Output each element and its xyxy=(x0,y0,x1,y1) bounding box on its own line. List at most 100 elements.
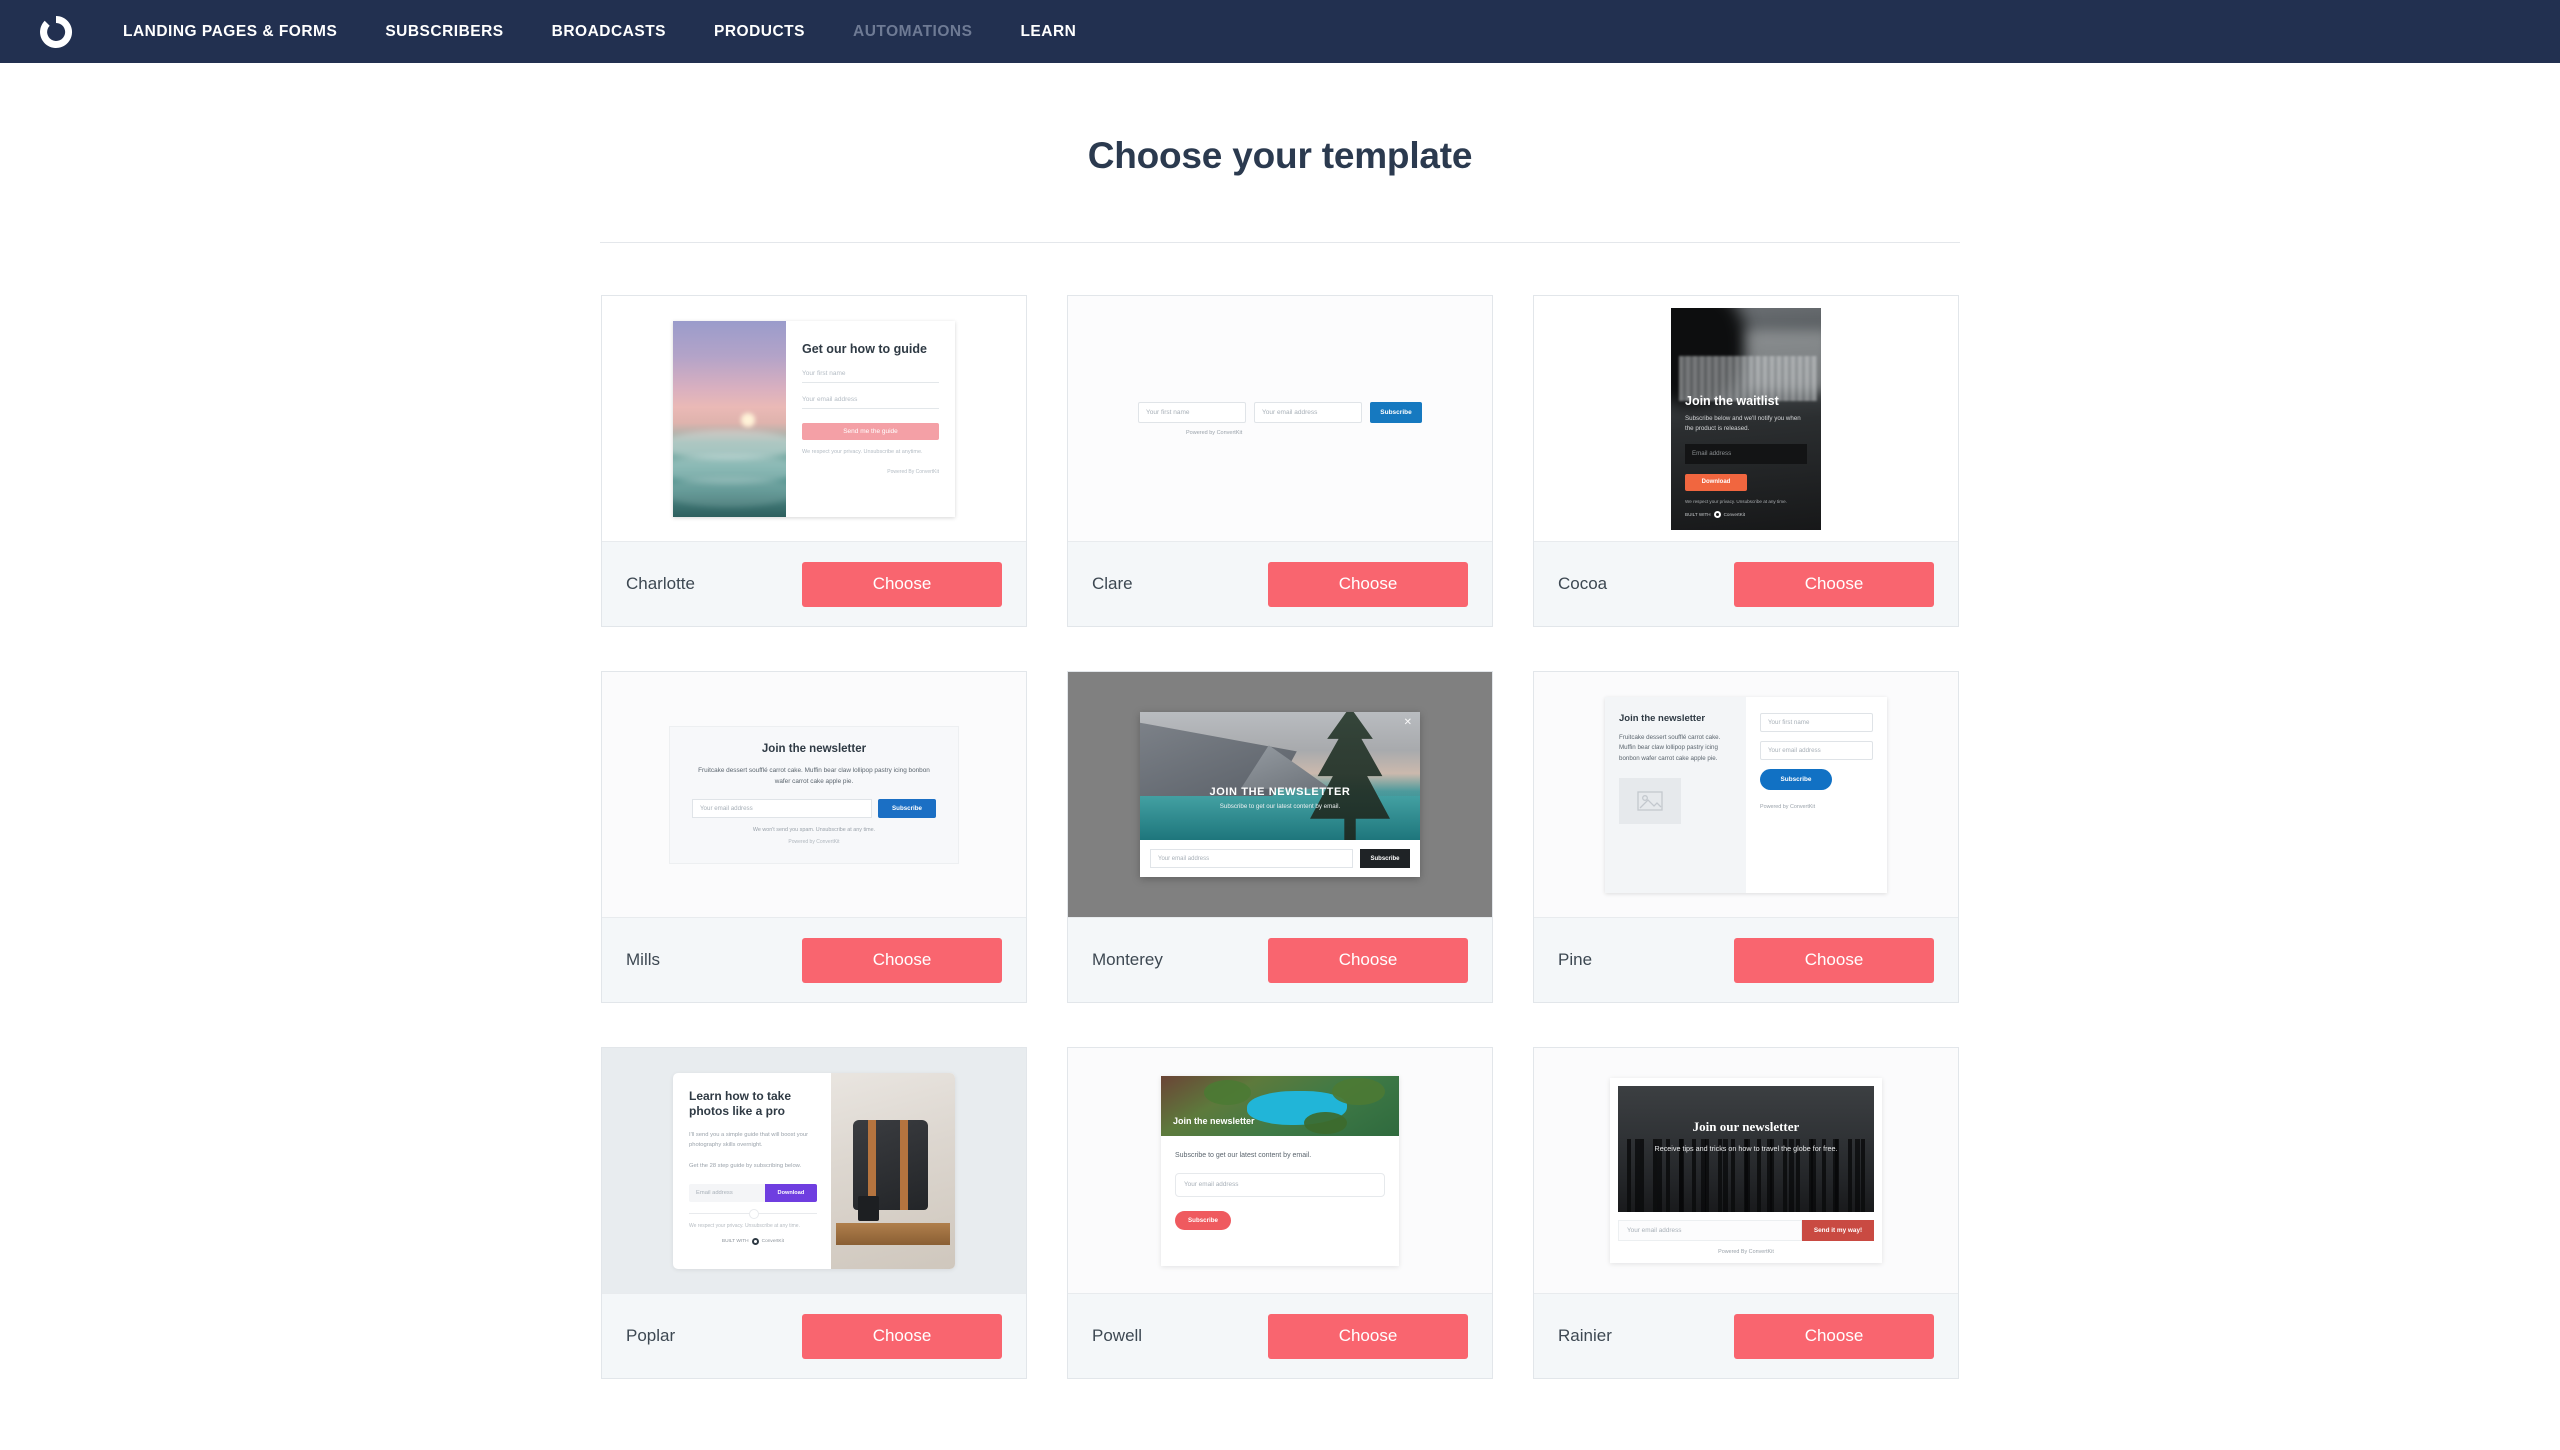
choose-button-mills[interactable]: Choose xyxy=(802,937,1002,983)
template-card-cocoa[interactable]: Join the waitlist Subscribe below and we… xyxy=(1533,295,1959,627)
pine-body: Fruitcake dessert soufflé carrot cake. M… xyxy=(1619,733,1721,763)
close-icon[interactable]: ✕ xyxy=(1404,717,1412,728)
choose-button-powell[interactable]: Choose xyxy=(1268,1313,1468,1359)
monterey-heading: JOIN THE NEWSLETTER xyxy=(1209,786,1351,799)
convertkit-logo-icon[interactable] xyxy=(36,12,76,52)
pine-powered-by: Powered by ConvertKit xyxy=(1760,803,1816,810)
nav-link-subscribers[interactable]: SUBSCRIBERS xyxy=(385,23,503,41)
template-grid: Get our how to guide Your first name You… xyxy=(600,295,1960,1379)
monterey-subtext: Subscribe to get our latest content by e… xyxy=(1219,803,1341,811)
mills-body: Fruitcake dessert soufflé carrot cake. M… xyxy=(698,766,930,785)
pine-subscribe-button[interactable]: Subscribe xyxy=(1760,768,1832,790)
choose-button-poplar[interactable]: Choose xyxy=(802,1313,1002,1359)
cocoa-powered-by: BUILT WITH ConvertKit xyxy=(1685,510,1807,518)
mills-email-input[interactable]: Your email address xyxy=(692,798,872,818)
cocoa-powered-brand: ConvertKit xyxy=(1723,511,1746,517)
nav-link-broadcasts[interactable]: BROADCASTS xyxy=(552,23,666,41)
template-preview-rainier: Join our newsletter Receive tips and tri… xyxy=(1534,1048,1958,1293)
template-name-mills: Mills xyxy=(626,950,660,969)
rainier-submit-button[interactable]: Send it my way! xyxy=(1802,1220,1874,1241)
clare-first-name-input[interactable]: Your first name xyxy=(1138,401,1246,423)
choose-button-charlotte[interactable]: Choose xyxy=(802,561,1002,607)
pine-email-input[interactable]: Your email address xyxy=(1760,740,1873,760)
poplar-powered-by: BUILT WITH ConvertKit xyxy=(689,1237,817,1245)
template-card-mills[interactable]: Join the newsletter Fruitcake dessert so… xyxy=(601,671,1027,1003)
pine-first-name-input[interactable]: Your first name xyxy=(1760,712,1873,732)
template-preview-clare: Your first name Your email address Subsc… xyxy=(1068,296,1492,541)
template-card-rainier[interactable]: Join our newsletter Receive tips and tri… xyxy=(1533,1047,1959,1379)
charlotte-privacy-note: We respect your privacy. Unsubscribe at … xyxy=(802,449,923,456)
template-preview-powell: Join the newsletter Subscribe to get our… xyxy=(1068,1048,1492,1293)
rainier-email-input[interactable]: Your email address xyxy=(1618,1220,1802,1241)
monterey-subscribe-button[interactable]: Subscribe xyxy=(1360,849,1410,868)
poplar-powered-brand: ConvertKit xyxy=(761,1238,785,1244)
monterey-email-input[interactable]: Your email address xyxy=(1150,849,1353,868)
template-preview-monterey: ✕ JOIN THE NEWSLETTER Subscribe to get o… xyxy=(1068,672,1492,917)
nav-link-products[interactable]: PRODUCTS xyxy=(714,23,805,41)
cocoa-subtext: Subscribe below and we'll notify you whe… xyxy=(1685,414,1801,432)
rainier-subtext: Receive tips and tricks on how to travel… xyxy=(1654,1143,1838,1153)
nav-link-learn[interactable]: LEARN xyxy=(1020,23,1076,41)
template-footer-monterey: Monterey Choose xyxy=(1068,917,1492,1002)
template-name-pine: Pine xyxy=(1558,950,1593,969)
image-placeholder-icon xyxy=(1619,778,1681,825)
template-footer-cocoa: Cocoa Choose xyxy=(1534,541,1958,626)
top-navigation-bar: LANDING PAGES & FORMS SUBSCRIBERS BROADC… xyxy=(0,0,2560,63)
cocoa-download-button[interactable]: Download xyxy=(1685,473,1747,491)
rainier-hero-image: Join our newsletter Receive tips and tri… xyxy=(1618,1086,1874,1212)
template-preview-mills: Join the newsletter Fruitcake dessert so… xyxy=(602,672,1026,917)
choose-button-pine[interactable]: Choose xyxy=(1734,937,1934,983)
page-title: Choose your template xyxy=(1087,135,1473,176)
page-content: Choose your template Get our how to guid… xyxy=(0,63,2560,1379)
powell-email-input[interactable]: Your email address xyxy=(1175,1172,1385,1197)
nav-links: LANDING PAGES & FORMS SUBSCRIBERS BROADC… xyxy=(123,23,1124,41)
clare-email-input[interactable]: Your email address xyxy=(1254,401,1362,423)
template-name-cocoa: Cocoa xyxy=(1558,574,1608,593)
clare-powered-by: Powered by ConvertKit xyxy=(1186,429,1243,436)
mills-powered-by: Powered by ConvertKit xyxy=(788,838,840,845)
convertkit-logo-icon xyxy=(1713,510,1721,518)
charlotte-first-name-input[interactable]: Your first name xyxy=(802,370,939,384)
rainier-heading: Join our newsletter xyxy=(1692,1118,1800,1134)
monterey-hero-image: ✕ JOIN THE NEWSLETTER Subscribe to get o… xyxy=(1140,712,1420,840)
choose-button-monterey[interactable]: Choose xyxy=(1268,937,1468,983)
header-divider xyxy=(600,242,1960,243)
template-card-poplar[interactable]: Learn how to take photos like a pro I'll… xyxy=(601,1047,1027,1379)
template-name-rainier: Rainier xyxy=(1558,1326,1612,1345)
cocoa-heading: Join the waitlist xyxy=(1685,393,1779,408)
poplar-heading: Learn how to take photos like a pro xyxy=(689,1088,792,1119)
poplar-body-2: Get the 28 step guide by subscribing bel… xyxy=(689,1162,802,1169)
cocoa-email-input[interactable]: Email address xyxy=(1685,443,1807,464)
template-footer-clare: Clare Choose xyxy=(1068,541,1492,626)
template-card-monterey[interactable]: ✕ JOIN THE NEWSLETTER Subscribe to get o… xyxy=(1067,671,1493,1003)
template-footer-powell: Powell Choose xyxy=(1068,1293,1492,1378)
template-name-clare: Clare xyxy=(1092,574,1133,593)
charlotte-submit-button[interactable]: Send me the guide xyxy=(802,423,939,441)
template-preview-cocoa: Join the waitlist Subscribe below and we… xyxy=(1534,296,1958,541)
template-card-charlotte[interactable]: Get our how to guide Your first name You… xyxy=(601,295,1027,627)
choose-button-clare[interactable]: Choose xyxy=(1268,561,1468,607)
nav-link-landing-pages[interactable]: LANDING PAGES & FORMS xyxy=(123,23,337,41)
template-preview-pine: Join the newsletter Fruitcake dessert so… xyxy=(1534,672,1958,917)
poplar-privacy-note: We respect your privacy. Unsubscribe at … xyxy=(689,1222,800,1229)
template-card-pine[interactable]: Join the newsletter Fruitcake dessert so… xyxy=(1533,671,1959,1003)
mills-subscribe-button[interactable]: Subscribe xyxy=(878,798,936,818)
poplar-body-1: I'll send you a simple guide that will b… xyxy=(689,1131,809,1149)
template-footer-pine: Pine Choose xyxy=(1534,917,1958,1002)
charlotte-email-input[interactable]: Your email address xyxy=(802,396,939,410)
pine-heading: Join the newsletter xyxy=(1619,712,1706,724)
powell-subscribe-button[interactable]: Subscribe xyxy=(1175,1210,1231,1230)
nav-link-automations[interactable]: AUTOMATIONS xyxy=(853,23,972,41)
charlotte-powered-by: Powered By ConvertKit xyxy=(887,468,939,475)
template-name-charlotte: Charlotte xyxy=(626,574,695,593)
poplar-email-input[interactable]: Email address xyxy=(689,1183,765,1202)
clare-subscribe-button[interactable]: Subscribe xyxy=(1370,401,1422,423)
charlotte-heading: Get our how to guide xyxy=(802,341,927,356)
poplar-hero-image xyxy=(830,1072,955,1269)
poplar-download-button[interactable]: Download xyxy=(764,1183,817,1202)
template-card-powell[interactable]: Join the newsletter Subscribe to get our… xyxy=(1067,1047,1493,1379)
powell-heading: Join the newsletter xyxy=(1173,1115,1255,1126)
choose-button-cocoa[interactable]: Choose xyxy=(1734,561,1934,607)
template-card-clare[interactable]: Your first name Your email address Subsc… xyxy=(1067,295,1493,627)
choose-button-rainier[interactable]: Choose xyxy=(1734,1313,1934,1359)
